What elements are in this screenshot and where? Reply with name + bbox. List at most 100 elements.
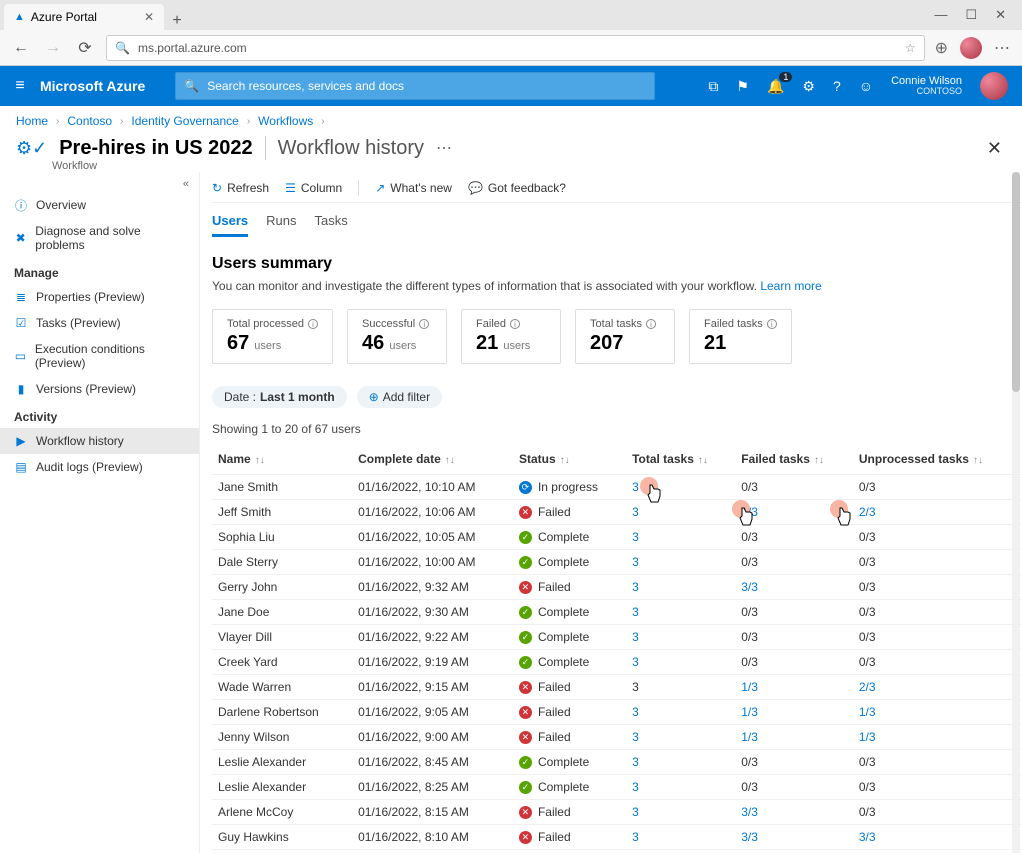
cell-failed[interactable]: 3/3	[735, 575, 853, 600]
cell-failed[interactable]: 3/3	[735, 825, 853, 850]
cell-total[interactable]: 3	[626, 625, 735, 650]
cell-total[interactable]: 3	[626, 525, 735, 550]
learn-more-link[interactable]: Learn more	[760, 279, 821, 293]
cell-total[interactable]: 3	[626, 575, 735, 600]
cell-total[interactable]: 3	[626, 850, 735, 854]
close-tab-icon[interactable]: ✕	[144, 10, 154, 24]
table-row[interactable]: Leslie Alexander 01/16/2022, 8:25 AM ✓Co…	[212, 775, 1022, 800]
cell-failed[interactable]: 1/3	[735, 725, 853, 750]
col-complete[interactable]: Complete date↑↓	[352, 444, 513, 475]
col-name[interactable]: Name↑↓	[212, 444, 352, 475]
notifications-icon[interactable]: 🔔1	[767, 78, 784, 95]
profile-avatar[interactable]	[960, 37, 982, 59]
favorite-icon[interactable]: ☆	[905, 41, 916, 55]
sidebar-item-exec[interactable]: ▭ Execution conditions (Preview)	[0, 336, 199, 376]
directory-icon[interactable]: ⚑	[736, 78, 749, 95]
table-row[interactable]: Darlene Robertson 01/16/2022, 9:05 AM ✕F…	[212, 700, 1022, 725]
user-block[interactable]: Connie Wilson CONTOSO	[891, 75, 962, 97]
settings-icon[interactable]: ⚙	[802, 78, 815, 95]
sidebar-item-tasks[interactable]: ☑ Tasks (Preview)	[0, 310, 199, 336]
cell-unprocessed[interactable]: 2/3	[853, 675, 1022, 700]
breadcrumb-identity[interactable]: Identity Governance	[131, 114, 238, 128]
cell-total[interactable]: 3	[626, 500, 735, 525]
col-status[interactable]: Status↑↓	[513, 444, 626, 475]
sidebar-item-audit[interactable]: ▤ Audit logs (Preview)	[0, 454, 199, 480]
cell-total[interactable]: 3	[626, 825, 735, 850]
hamburger-icon[interactable]: ≡	[0, 77, 40, 95]
cell-total[interactable]: 3	[626, 800, 735, 825]
collapse-sidebar-icon[interactable]: «	[183, 178, 189, 190]
help-icon[interactable]: ?	[833, 78, 841, 94]
cell-failed[interactable]: 3/3	[735, 800, 853, 825]
minimize-icon[interactable]: —	[934, 7, 947, 23]
cell-total[interactable]: 3	[626, 775, 735, 800]
cell-unprocessed[interactable]: 1/3	[853, 725, 1022, 750]
table-row[interactable]: Dale Sterry 01/16/2022, 10:00 AM ✓Comple…	[212, 550, 1022, 575]
url-field[interactable]: 🔍 ms.portal.azure.com ☆	[106, 35, 925, 61]
cell-failed[interactable]: 1/3	[735, 500, 853, 525]
info-icon[interactable]: i	[419, 319, 429, 329]
back-button[interactable]: ←	[10, 37, 32, 59]
breadcrumb-workflows[interactable]: Workflows	[258, 114, 313, 128]
table-row[interactable]: Jane Smith 01/16/2022, 10:10 AM ⟳In prog…	[212, 475, 1022, 500]
col-total[interactable]: Total tasks↑↓	[626, 444, 735, 475]
refresh-button[interactable]: ⟳	[74, 37, 96, 59]
cell-total[interactable]: 3	[626, 475, 735, 500]
table-row[interactable]: Sophia Liu 01/16/2022, 10:05 AM ✓Complet…	[212, 525, 1022, 550]
info-icon[interactable]: i	[308, 319, 318, 329]
close-blade-icon[interactable]: ✕	[987, 138, 1006, 159]
table-row[interactable]: Creek Yard 01/16/2022, 9:19 AM ✓Complete…	[212, 650, 1022, 675]
feedback-button[interactable]: 💬Got feedback?	[468, 181, 566, 195]
column-button[interactable]: ☰Column	[285, 181, 342, 195]
cell-failed[interactable]: 1/3	[735, 700, 853, 725]
cell-total[interactable]: 3	[626, 700, 735, 725]
add-filter-button[interactable]: ⊕ Add filter	[357, 386, 442, 408]
sidebar-item-overview[interactable]: ⓘ Overview	[0, 192, 199, 218]
global-search[interactable]: 🔍	[175, 72, 655, 100]
browser-menu-icon[interactable]: ⋯	[994, 38, 1012, 58]
cell-total[interactable]: 3	[626, 650, 735, 675]
table-row[interactable]: Floyd Miles 01/16/2022, 8:03 AM ✓Complet…	[212, 850, 1022, 854]
forward-button[interactable]: →	[42, 37, 64, 59]
feedback-icon[interactable]: ☺	[859, 78, 873, 94]
sidebar-item-properties[interactable]: ≣ Properties (Preview)	[0, 284, 199, 310]
collections-icon[interactable]: ⊕	[935, 38, 948, 58]
refresh-button[interactable]: ↻Refresh	[212, 181, 269, 195]
info-icon[interactable]: i	[510, 319, 520, 329]
scrollbar-thumb[interactable]	[1012, 172, 1020, 392]
table-row[interactable]: Guy Hawkins 01/16/2022, 8:10 AM ✕Failed …	[212, 825, 1022, 850]
table-row[interactable]: Jane Doe 01/16/2022, 9:30 AM ✓Complete 3…	[212, 600, 1022, 625]
cloud-shell-icon[interactable]: ⧉	[708, 78, 718, 95]
cell-failed[interactable]: 1/3	[735, 675, 853, 700]
tab-runs[interactable]: Runs	[266, 213, 296, 237]
date-filter-pill[interactable]: Date : Last 1 month	[212, 386, 347, 408]
cell-unprocessed[interactable]: 1/3	[853, 700, 1022, 725]
info-icon[interactable]: i	[767, 319, 777, 329]
whats-new-button[interactable]: ↗What's new	[375, 181, 452, 195]
table-row[interactable]: Jenny Wilson 01/16/2022, 9:00 AM ✕Failed…	[212, 725, 1022, 750]
more-icon[interactable]: ⋯	[436, 138, 452, 158]
maximize-icon[interactable]: ☐	[965, 7, 977, 23]
table-row[interactable]: Arlene McCoy 01/16/2022, 8:15 AM ✕Failed…	[212, 800, 1022, 825]
tab-tasks[interactable]: Tasks	[315, 213, 348, 237]
col-unprocessed[interactable]: Unprocessed tasks↑↓	[853, 444, 1022, 475]
breadcrumb-contoso[interactable]: Contoso	[67, 114, 112, 128]
user-avatar[interactable]	[980, 72, 1008, 100]
browser-tab[interactable]: ▲ Azure Portal ✕	[4, 4, 164, 30]
table-row[interactable]: Vlayer Dill 01/16/2022, 9:22 AM ✓Complet…	[212, 625, 1022, 650]
table-row[interactable]: Wade Warren 01/16/2022, 9:15 AM ✕Failed …	[212, 675, 1022, 700]
brand[interactable]: Microsoft Azure	[40, 78, 175, 94]
cell-total[interactable]: 3	[626, 550, 735, 575]
tab-users[interactable]: Users	[212, 213, 248, 237]
col-failed[interactable]: Failed tasks↑↓	[735, 444, 853, 475]
cell-unprocessed[interactable]: 3/3	[853, 825, 1022, 850]
cell-total[interactable]: 3	[626, 750, 735, 775]
sidebar-item-diagnose[interactable]: ✖ Diagnose and solve problems	[0, 218, 199, 258]
table-row[interactable]: Jeff Smith 01/16/2022, 10:06 AM ✕Failed …	[212, 500, 1022, 525]
cell-unprocessed[interactable]: 2/3	[853, 500, 1022, 525]
cell-total[interactable]: 3	[626, 725, 735, 750]
search-input[interactable]	[207, 79, 646, 93]
new-tab-button[interactable]: +	[164, 12, 190, 30]
table-row[interactable]: Gerry John 01/16/2022, 9:32 AM ✕Failed 3…	[212, 575, 1022, 600]
close-window-icon[interactable]: ✕	[995, 7, 1006, 23]
